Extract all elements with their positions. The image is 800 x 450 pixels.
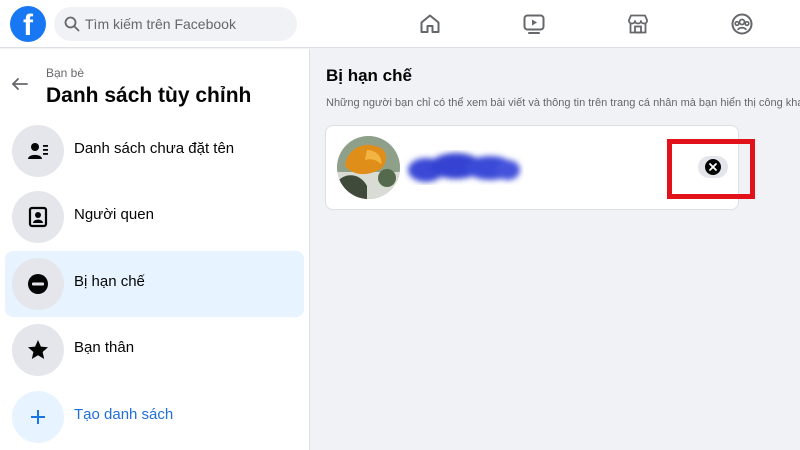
acquaintance-card-icon xyxy=(12,191,64,243)
create-list-label: Tạo danh sách xyxy=(74,406,174,423)
page-title: Bị hạn chế xyxy=(326,66,412,85)
highlight-annotation xyxy=(667,139,755,199)
sidebar-item-acquaintances[interactable]: Người quen xyxy=(5,184,304,250)
avatar[interactable] xyxy=(337,136,400,199)
search-input[interactable]: Tìm kiếm trên Facebook xyxy=(85,16,236,32)
search-box[interactable]: Tìm kiếm trên Facebook xyxy=(54,7,297,41)
star-icon xyxy=(12,324,64,376)
sidebar-item-restricted[interactable]: Bị hạn chế xyxy=(5,251,304,317)
groups-icon[interactable] xyxy=(730,12,754,36)
restricted-icon xyxy=(12,258,64,310)
page-description: Những người bạn chỉ có thể xem bài viết … xyxy=(326,97,800,109)
create-list-button[interactable]: Tạo danh sách xyxy=(5,384,304,450)
facebook-logo[interactable]: f xyxy=(10,6,46,42)
breadcrumb[interactable]: Bạn bè xyxy=(46,66,84,80)
sidebar-item-label: Danh sách chưa đặt tên xyxy=(74,140,235,157)
video-icon[interactable] xyxy=(522,12,546,36)
sidebar: Bạn bè Danh sách tùy chỉnh Danh sách chư… xyxy=(0,49,310,450)
plus-icon xyxy=(12,391,64,443)
back-arrow-icon[interactable] xyxy=(10,74,30,94)
top-navigation-bar: f Tìm kiếm trên Facebook xyxy=(0,0,800,48)
facebook-logo-letter: f xyxy=(23,9,33,42)
sidebar-item-label: Bị hạn chế xyxy=(74,273,145,290)
sidebar-item-unnamed-list[interactable]: Danh sách chưa đặt tên xyxy=(5,118,304,184)
search-icon xyxy=(64,16,80,32)
sidebar-item-label: Bạn thân xyxy=(74,339,135,356)
marketplace-icon[interactable] xyxy=(626,12,650,36)
sidebar-item-label: Người quen xyxy=(74,206,154,223)
home-icon[interactable] xyxy=(418,12,442,36)
blurred-name xyxy=(408,153,520,182)
sidebar-title: Danh sách tùy chỉnh xyxy=(46,84,252,107)
person-list-icon xyxy=(12,125,64,177)
sidebar-item-close-friends[interactable]: Bạn thân xyxy=(5,317,304,383)
